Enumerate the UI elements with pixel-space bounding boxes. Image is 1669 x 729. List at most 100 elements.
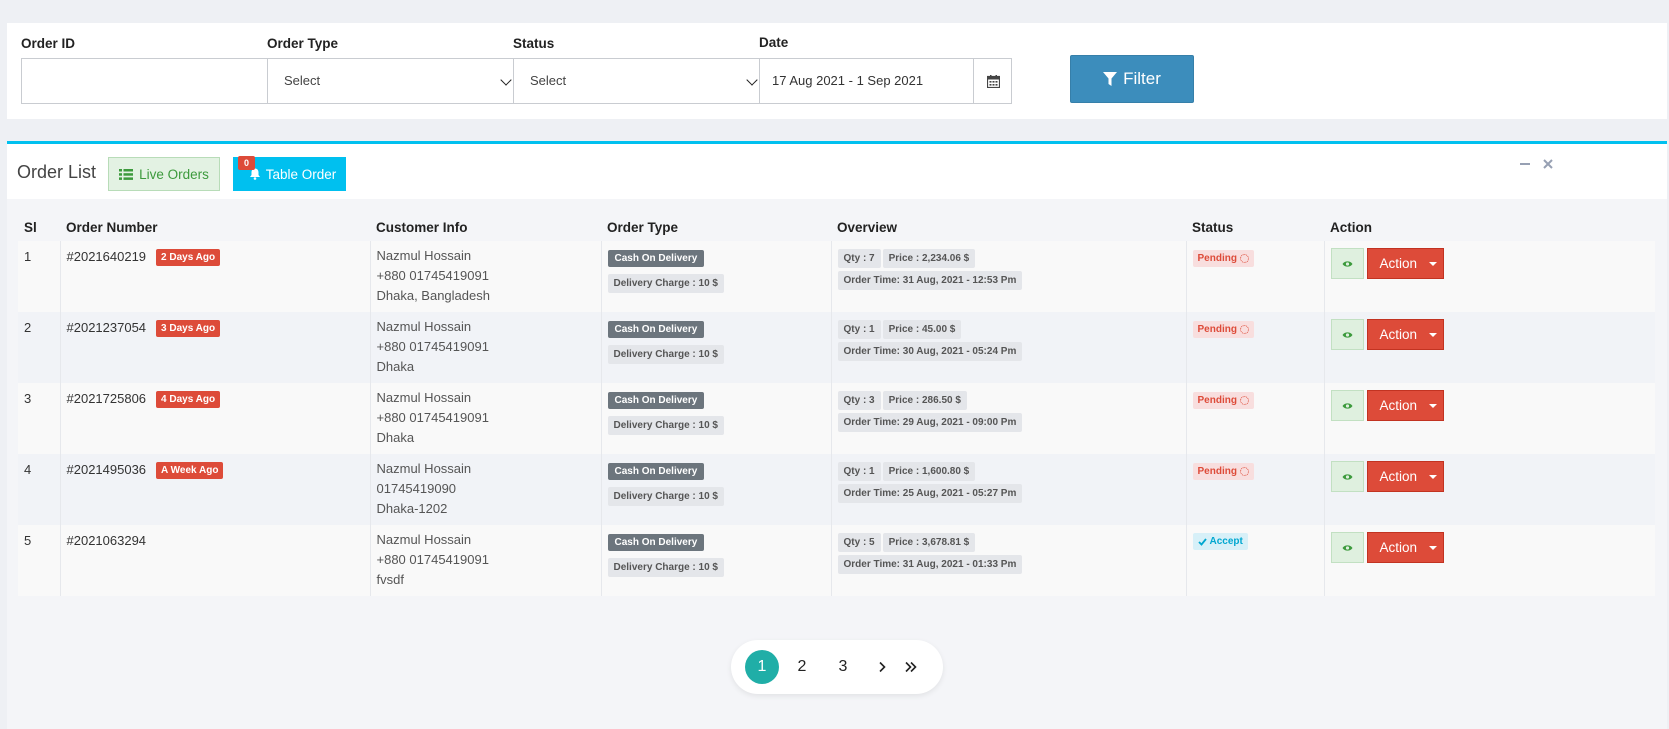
order-time-badge: Order Time: 30 Aug, 2021 - 05:24 Pm (837, 342, 1023, 361)
row-sl: 1 (24, 249, 32, 264)
col-header-order-type: Order Type (607, 219, 679, 235)
caret-down-icon (1428, 333, 1437, 337)
date-label: Date (759, 35, 789, 50)
action-label: Action (1379, 327, 1418, 342)
table-row: 5 #2021063294 Nazmul Hossain +880 017454… (18, 525, 1655, 596)
action-dropdown-button[interactable]: Action (1366, 248, 1444, 279)
table-header-row: Sl Order Number Customer Info Order Type… (18, 207, 1655, 241)
order-number-cell: #2021237054 3 Days Ago (59, 312, 370, 383)
order-type-cell: Cash On Delivery Delivery Charge : 10 $ (600, 312, 831, 383)
order-type-label: Order Type (267, 36, 339, 51)
delivery-charge-badge: Delivery Charge : 10 $ (607, 487, 724, 506)
order-list-title: Order List (17, 162, 97, 182)
status-text: Pending (1197, 253, 1237, 264)
customer-name: Nazmul Hossain (376, 461, 472, 476)
view-order-button[interactable] (1330, 461, 1364, 492)
status-text: Pending (1197, 466, 1237, 477)
delivery-charge-badge: Delivery Charge : 10 $ (607, 274, 724, 293)
date-range-input[interactable]: 17 Aug 2021 - 1 Sep 2021 (759, 58, 974, 104)
customer-phone: +880 01745419091 (376, 268, 489, 283)
minus-icon[interactable] (1519, 158, 1531, 170)
order-time-badge: Order Time: 31 Aug, 2021 - 01:33 Pm (837, 555, 1023, 574)
order-number: #2021237054 (66, 320, 147, 335)
action-dropdown-button[interactable]: Action (1366, 390, 1444, 421)
live-orders-button[interactable]: Live Orders (108, 157, 220, 191)
customer-address: Dhaka-1202 (376, 501, 448, 516)
order-type-cell: Cash On Delivery Delivery Charge : 10 $ (600, 383, 831, 454)
order-number-cell: #2021495036 A Week Ago (59, 454, 370, 525)
eye-icon (1342, 331, 1352, 338)
status-badge: Pending (1192, 321, 1254, 338)
overview-cell: Qty : 1 Price : 45.00 $ Order Time: 30 Au… (830, 312, 1186, 383)
close-icon[interactable] (1542, 158, 1554, 170)
price-badge: Price : 45.00 $ (882, 320, 962, 339)
order-number-cell: #2021640219 2 Days Ago (59, 241, 370, 312)
filter-button[interactable]: Filter (1070, 55, 1194, 103)
row-sl: 2 (24, 320, 32, 335)
caret-down-icon (1428, 546, 1437, 550)
order-type-cell: Cash On Delivery Delivery Charge : 10 $ (600, 241, 831, 312)
view-order-button[interactable] (1330, 248, 1364, 279)
last-page-button[interactable] (894, 650, 928, 684)
status-select[interactable]: Select (513, 58, 765, 104)
chevron-down-icon (746, 74, 758, 86)
order-type-cell: Cash On Delivery Delivery Charge : 10 $ (600, 525, 831, 596)
action-dropdown-button[interactable]: Action (1366, 319, 1444, 350)
customer-info-cell: Nazmul Hossain +880 01745419091 Dhaka, B… (369, 241, 601, 312)
customer-info-cell: Nazmul Hossain +880 01745419091 Dhaka (369, 312, 601, 383)
col-header-status: Status (1192, 219, 1234, 235)
overview-cell: Qty : 3 Price : 286.50 $ Order Time: 29 A… (830, 383, 1186, 454)
qty-badge: Qty : 1 (837, 320, 881, 339)
delivery-charge-badge: Delivery Charge : 10 $ (607, 345, 724, 364)
calendar-button[interactable] (973, 58, 1012, 104)
order-number-cell: #2021063294 (59, 525, 370, 596)
order-id-input[interactable] (21, 58, 273, 104)
spinner-icon (1239, 396, 1249, 405)
action-label: Action (1379, 469, 1418, 484)
page-2-button[interactable]: 2 (785, 650, 819, 684)
page-1-button[interactable]: 1 (745, 650, 779, 684)
status-text: Pending (1197, 324, 1237, 335)
status-text: Accept (1209, 536, 1243, 547)
action-dropdown-button[interactable]: Action (1366, 461, 1444, 492)
price-badge: Price : 2,234.06 $ (882, 249, 976, 268)
calendar-icon (987, 75, 1000, 88)
order-number: #2021063294 (66, 533, 147, 548)
order-number: #2021640219 (66, 249, 147, 264)
view-order-button[interactable] (1330, 319, 1364, 350)
spinner-icon (1239, 467, 1249, 476)
view-order-button[interactable] (1330, 532, 1364, 563)
payment-type-badge: Cash On Delivery (607, 250, 705, 267)
qty-badge: Qty : 1 (837, 462, 881, 481)
action-label: Action (1379, 540, 1418, 555)
customer-info-cell: Nazmul Hossain +880 01745419091 Dhaka (369, 383, 601, 454)
order-number: #2021495036 (66, 462, 147, 477)
table-row: 2 #2021237054 3 Days Ago Nazmul Hossain +… (18, 312, 1655, 383)
row-sl: 4 (24, 462, 32, 477)
status-cell: Pending (1185, 383, 1324, 454)
delivery-charge-badge: Delivery Charge : 10 $ (607, 558, 724, 577)
payment-type-badge: Cash On Delivery (607, 321, 705, 338)
chevron-down-icon (500, 74, 512, 86)
col-header-customer-info: Customer Info (376, 219, 468, 235)
page-3-button[interactable]: 3 (826, 650, 860, 684)
order-type-select[interactable]: Select (267, 58, 519, 104)
action-cell: Action (1323, 312, 1655, 383)
eye-icon (1342, 473, 1352, 480)
check-icon (1197, 537, 1207, 546)
price-badge: Price : 286.50 $ (882, 391, 967, 410)
customer-name: Nazmul Hossain (376, 319, 472, 334)
action-dropdown-button[interactable]: Action (1366, 532, 1444, 563)
status-cell: Pending (1185, 241, 1324, 312)
view-order-button[interactable] (1330, 390, 1364, 421)
col-header-sl: Sl (24, 219, 37, 235)
row-sl: 3 (24, 391, 32, 406)
customer-phone: 01745419090 (376, 481, 457, 496)
price-badge: Price : 1,600.80 $ (882, 462, 976, 481)
caret-down-icon (1428, 404, 1437, 408)
payment-type-badge: Cash On Delivery (607, 463, 705, 480)
customer-address: Dhaka (376, 430, 415, 445)
customer-address: Dhaka (376, 359, 415, 374)
overview-cell: Qty : 7 Price : 2,234.06 $ Order Time: 31… (830, 241, 1186, 312)
order-number: #2021725806 (66, 391, 147, 406)
